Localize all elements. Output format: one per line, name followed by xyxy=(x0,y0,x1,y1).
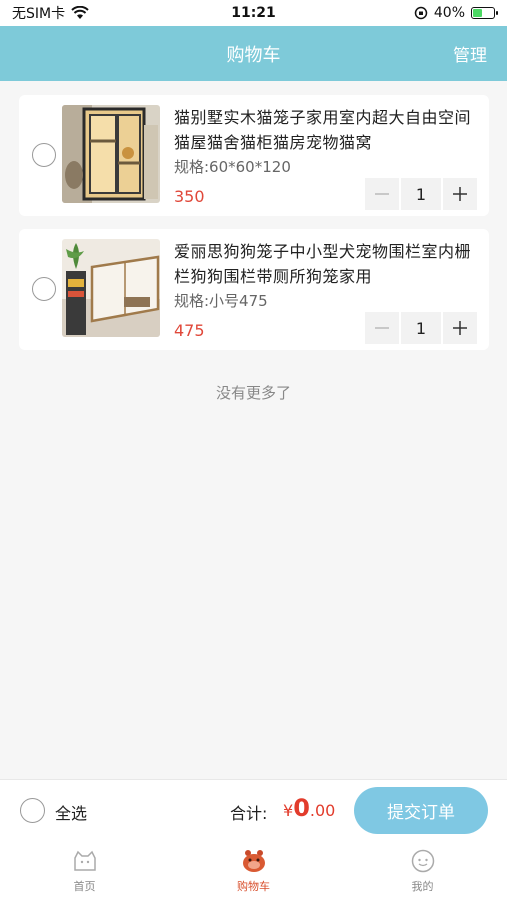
product-price: 350 xyxy=(174,187,205,206)
submit-order-button[interactable]: 提交订单 xyxy=(354,787,488,834)
battery-percent: 40% xyxy=(433,5,465,21)
minus-icon xyxy=(375,327,389,329)
minus-icon xyxy=(375,193,389,195)
product-spec: 规格:小号475 xyxy=(174,292,268,310)
increase-button[interactable] xyxy=(443,178,477,210)
orientation-lock-icon xyxy=(414,6,428,20)
decrease-button[interactable] xyxy=(365,178,399,210)
select-all-radio[interactable] xyxy=(20,798,45,823)
tab-bar: 首页 购物车 我的 xyxy=(0,841,507,900)
tab-cart[interactable]: 购物车 xyxy=(169,841,338,900)
tab-home[interactable]: 首页 xyxy=(0,841,169,900)
total-label: 合计: xyxy=(230,804,268,823)
total-amount: ¥0.00 xyxy=(283,794,335,822)
nav-bar: 购物车 管理 xyxy=(0,26,507,81)
product-image[interactable] xyxy=(62,239,160,337)
quantity-value[interactable]: 1 xyxy=(401,312,441,344)
plus-icon xyxy=(453,187,467,201)
cart-item: 猫别墅实木猫笼子家用室内超大自由空间猫屋猫舍猫柜猫房宠物猫窝 规格:60*60*… xyxy=(19,95,489,216)
item-select-radio[interactable] xyxy=(32,277,56,301)
cart-item: 爱丽思狗狗笼子中小型犬宠物围栏室内栅栏狗狗围栏带厕所狗笼家用 规格:小号475 … xyxy=(19,229,489,350)
currency-symbol: ¥ xyxy=(283,801,294,820)
quantity-value[interactable]: 1 xyxy=(401,178,441,210)
increase-button[interactable] xyxy=(443,312,477,344)
page-title: 购物车 xyxy=(226,44,281,66)
tab-profile[interactable]: 我的 xyxy=(338,841,507,900)
total-decimal: .00 xyxy=(309,801,336,820)
quantity-stepper: 1 xyxy=(365,178,477,210)
home-icon xyxy=(73,850,96,871)
manage-button[interactable]: 管理 xyxy=(453,41,487,66)
profile-icon xyxy=(411,849,434,872)
status-time: 11:21 xyxy=(231,5,276,21)
quantity-stepper: 1 xyxy=(365,312,477,344)
no-more-text: 没有更多了 xyxy=(215,384,291,402)
product-title[interactable]: 猫别墅实木猫笼子家用室内超大自由空间猫屋猫舍猫柜猫房宠物猫窝 xyxy=(174,105,479,155)
battery-icon xyxy=(471,7,498,19)
tab-home-label: 首页 xyxy=(73,879,96,893)
item-select-radio[interactable] xyxy=(32,143,56,167)
checkout-bar: 全选 合计: ¥0.00 提交订单 xyxy=(0,779,507,841)
product-price: 475 xyxy=(174,321,205,340)
plus-icon xyxy=(453,321,467,335)
total-integer: 0 xyxy=(293,794,310,822)
product-title[interactable]: 爱丽思狗狗笼子中小型犬宠物围栏室内栅栏狗狗围栏带厕所狗笼家用 xyxy=(174,239,479,289)
wifi-icon xyxy=(71,6,89,19)
select-all-label[interactable]: 全选 xyxy=(55,800,87,824)
decrease-button[interactable] xyxy=(365,312,399,344)
tab-cart-label: 购物车 xyxy=(237,879,270,893)
product-spec: 规格:60*60*120 xyxy=(174,158,291,176)
cart-list: 猫别墅实木猫笼子家用室内超大自由空间猫屋猫舍猫柜猫房宠物猫窝 规格:60*60*… xyxy=(19,95,489,363)
carrier-label: 无SIM卡 xyxy=(12,6,66,22)
status-bar: 无SIM卡 11:21 40% xyxy=(0,0,507,26)
tab-profile-label: 我的 xyxy=(411,879,434,893)
product-image[interactable] xyxy=(62,105,160,203)
cart-icon xyxy=(242,849,265,872)
